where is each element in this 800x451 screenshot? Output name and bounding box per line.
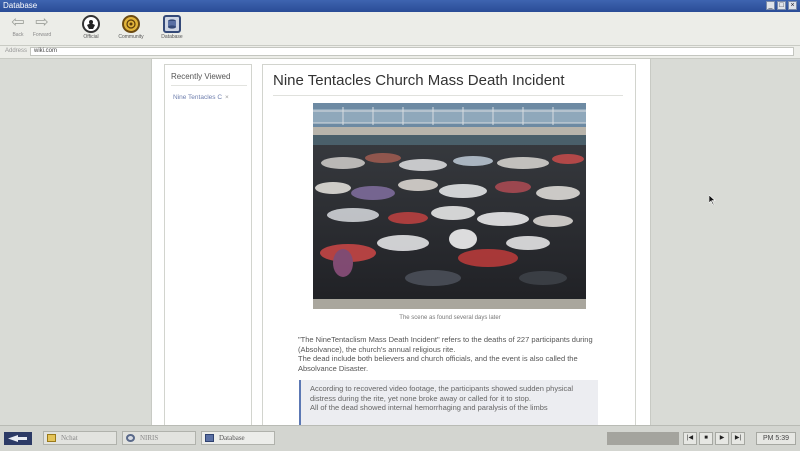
window-controls: _ □ ×	[766, 1, 797, 10]
database-button[interactable]: Database	[154, 15, 190, 41]
quote-block: According to recovered video footage, th…	[299, 380, 598, 426]
quote-paragraph: According to recovered video footage, th…	[310, 384, 574, 403]
mouse-pointer-icon	[709, 195, 716, 205]
forward-arrow-icon: ⇨	[35, 14, 49, 31]
taskbar: Nchat NIRIS Database |◀ ■ ▶ ▶| PM 5:39	[0, 425, 800, 451]
official-label: Official	[83, 34, 99, 40]
title-divider	[273, 95, 623, 96]
task-nchat[interactable]: Nchat	[43, 431, 117, 445]
article-body: "The NineTentaclism Mass Death Incident"…	[298, 335, 618, 373]
task-label: Nchat	[61, 434, 78, 442]
close-button[interactable]: ×	[788, 1, 797, 10]
next-track-button[interactable]: ▶|	[731, 432, 745, 445]
previous-icon: |◀	[686, 435, 694, 441]
body-paragraph: The dead include both believers and chur…	[298, 354, 578, 373]
quote-paragraph: All of the dead showed internal hemorrha…	[310, 403, 548, 412]
folder-icon	[47, 434, 56, 442]
stop-icon: ■	[704, 435, 708, 441]
next-icon: ▶|	[734, 435, 742, 441]
recent-item-label: Nine Tentacles C	[173, 94, 223, 101]
forward-label: Forward	[32, 32, 52, 38]
article-photo	[313, 103, 586, 309]
play-button[interactable]: ▶	[715, 432, 729, 445]
previous-track-button[interactable]: |◀	[683, 432, 697, 445]
recent-item[interactable]: Nine Tentacles C ×	[173, 94, 229, 101]
address-label: Address	[5, 48, 28, 54]
official-emblem-icon	[82, 15, 100, 33]
close-icon[interactable]: ×	[225, 94, 229, 101]
window-titlebar: Database _ □ ×	[0, 0, 800, 12]
page-title: Nine Tentacles Church Mass Death Inciden…	[273, 72, 565, 89]
sidebar-divider	[171, 85, 247, 86]
official-button[interactable]: Official	[73, 15, 109, 41]
article-panel: Nine Tentacles Church Mass Death Inciden…	[262, 64, 636, 426]
stop-button[interactable]: ■	[699, 432, 713, 445]
gear-icon	[126, 434, 135, 442]
recently-viewed-panel: Recently Viewed Nine Tentacles C ×	[164, 64, 252, 425]
forward-button[interactable]: ⇨ Forward	[28, 14, 56, 38]
database-label: Database	[161, 34, 183, 40]
window-title: Database	[3, 1, 38, 10]
minimize-button[interactable]: _	[766, 1, 775, 10]
task-label: Database	[219, 434, 245, 442]
address-bar: Address wiki.com	[0, 46, 800, 59]
browser-toolbar: ⇦ Back ⇨ Forward Official Community Data…	[0, 12, 800, 46]
task-niris[interactable]: NIRIS	[122, 431, 196, 445]
body-paragraph: "The NineTentaclism Mass Death Incident"…	[298, 335, 593, 354]
play-icon: ▶	[719, 435, 725, 441]
clock: PM 5:39	[756, 432, 796, 445]
database-icon	[205, 434, 214, 442]
image-caption: The scene as found several days later	[399, 315, 501, 321]
community-label: Community	[118, 34, 144, 40]
address-input[interactable]: wiki.com	[30, 47, 794, 56]
community-emblem-icon	[122, 15, 140, 33]
task-label: NIRIS	[140, 434, 159, 442]
recently-viewed-heading: Recently Viewed	[171, 72, 231, 81]
task-database[interactable]: Database	[201, 431, 275, 445]
start-button[interactable]	[4, 432, 32, 445]
maximize-button[interactable]: □	[777, 1, 786, 10]
database-icon	[163, 15, 181, 33]
community-button[interactable]: Community	[113, 15, 149, 41]
media-progress-bar[interactable]	[607, 432, 679, 445]
